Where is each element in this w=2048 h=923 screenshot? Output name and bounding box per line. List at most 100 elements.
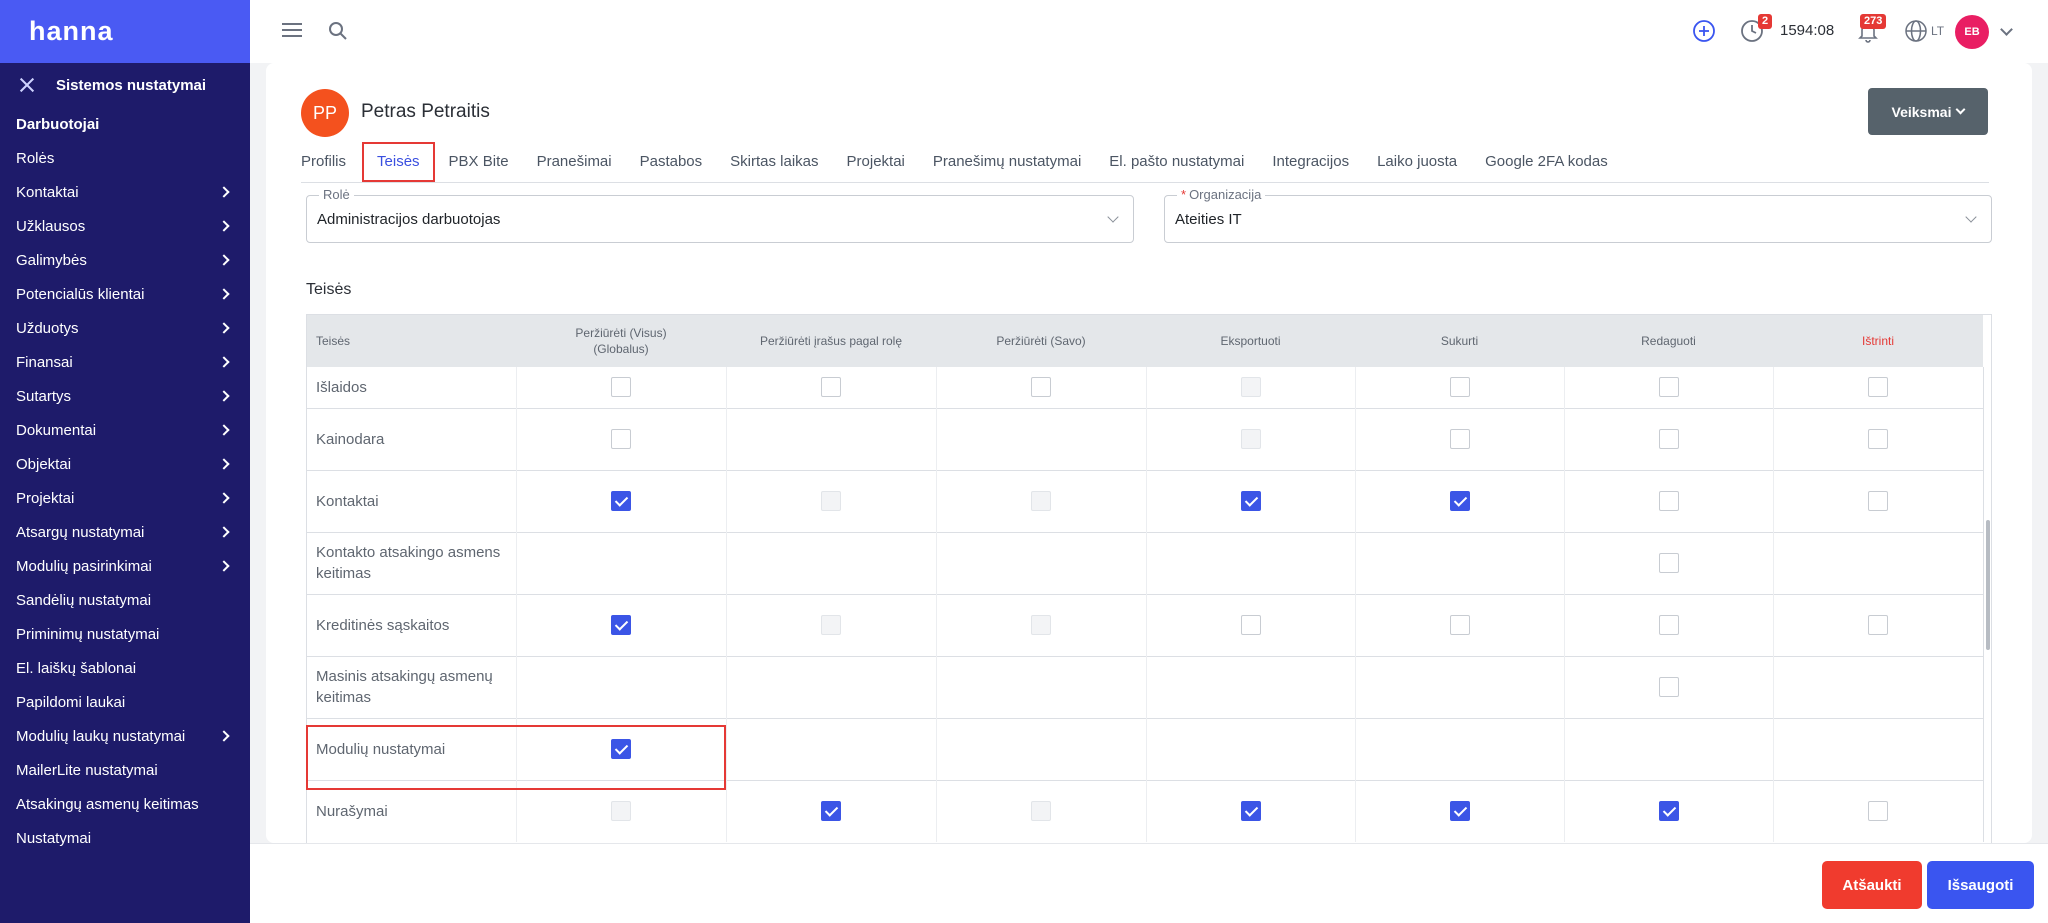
- sidebar-item[interactable]: Projektai: [0, 481, 250, 515]
- sidebar-item[interactable]: Modulių laukų nustatymai: [0, 719, 250, 753]
- checkbox: [611, 801, 631, 822]
- checkbox[interactable]: [1868, 801, 1888, 822]
- tab-item[interactable]: Integracijos: [1272, 141, 1349, 183]
- checkbox[interactable]: [1868, 615, 1888, 635]
- table-row: Kreditinės sąskaitos: [307, 593, 1984, 656]
- table-row: Kainodara: [307, 407, 1984, 470]
- tab-item[interactable]: Skirtas laikas: [730, 141, 818, 183]
- sidebar-item[interactable]: Atsargų nustatymai: [0, 515, 250, 549]
- checkbox[interactable]: [1449, 429, 1470, 449]
- save-button[interactable]: Išsaugoti: [1927, 861, 2034, 909]
- column-header: Peržiūrėti įrašus pagal rolę: [726, 315, 936, 367]
- checkbox[interactable]: [1658, 677, 1679, 697]
- checkbox-checked[interactable]: [611, 491, 631, 511]
- chevron-down-icon: [1956, 104, 1966, 115]
- checkbox[interactable]: [1658, 615, 1679, 635]
- checkbox: [1031, 491, 1051, 511]
- sidebar-item[interactable]: Galimybės: [0, 243, 250, 277]
- sidebar-item[interactable]: Objektai: [0, 447, 250, 481]
- cancel-button[interactable]: Atšaukti: [1822, 861, 1922, 909]
- checkbox[interactable]: [1240, 615, 1261, 635]
- permission-cell: [726, 531, 937, 594]
- app-logo[interactable]: hanna: [29, 16, 114, 47]
- add-icon[interactable]: [1692, 19, 1716, 43]
- checkbox-checked[interactable]: [1240, 801, 1261, 822]
- checkbox[interactable]: [1031, 377, 1051, 398]
- checkbox[interactable]: [1449, 615, 1470, 635]
- tab-active[interactable]: Teisės: [362, 141, 435, 182]
- checkbox[interactable]: [611, 429, 631, 449]
- permission-name: Kontakto atsakingo asmens keitimas: [307, 531, 517, 594]
- checkbox[interactable]: [1658, 553, 1679, 573]
- sidebar-item[interactable]: Rolės: [0, 141, 250, 175]
- sidebar-item[interactable]: Atsakingų asmenų keitimas: [0, 787, 250, 821]
- checkbox-checked[interactable]: [1240, 491, 1261, 511]
- checkbox-checked[interactable]: [821, 801, 841, 822]
- globe-icon[interactable]: [1904, 19, 1928, 43]
- bottom-action-bar: Atšaukti Išsaugoti: [250, 843, 2048, 923]
- user-avatar[interactable]: EB: [1955, 15, 1989, 49]
- sidebar-item[interactable]: Kontaktai: [0, 175, 250, 209]
- actions-button[interactable]: Veiksmai: [1868, 88, 1988, 135]
- checkbox[interactable]: [1868, 377, 1888, 398]
- sidebar-item[interactable]: Potencialūs klientai: [0, 277, 250, 311]
- sidebar-item[interactable]: Modulių pasirinkimai: [0, 549, 250, 583]
- chevron-right-icon: [218, 424, 230, 436]
- permission-cell: [1146, 779, 1356, 842]
- organization-select[interactable]: * Organizacija Ateities IT: [1164, 187, 1992, 243]
- sidebar-item[interactable]: Nustatymai: [0, 821, 250, 855]
- permission-cell: [1146, 469, 1356, 532]
- checkbox[interactable]: [1658, 429, 1679, 449]
- organization-label: * Organizacija: [1177, 187, 1266, 202]
- sidebar-item-label: Atsakingų asmenų keitimas: [16, 795, 199, 813]
- sidebar-item[interactable]: Papildomi laukai: [0, 685, 250, 719]
- checkbox[interactable]: [1658, 377, 1679, 398]
- checkbox[interactable]: [1449, 377, 1470, 398]
- tab-item[interactable]: PBX Bite: [449, 141, 509, 183]
- permission-cell: [1355, 593, 1565, 656]
- checkbox[interactable]: [611, 377, 631, 398]
- checkbox-checked[interactable]: [1449, 491, 1470, 511]
- tab-item[interactable]: Projektai: [847, 141, 905, 183]
- chevron-down-icon[interactable]: [2000, 23, 2013, 36]
- checkbox[interactable]: [821, 377, 841, 398]
- timer-display: 1594:08: [1780, 22, 1835, 39]
- permission-cell: [726, 469, 937, 532]
- permission-cell: [936, 717, 1147, 780]
- sidebar-item[interactable]: El. laiškų šablonai: [0, 651, 250, 685]
- sidebar-item[interactable]: MailerLite nustatymai: [0, 753, 250, 787]
- checkbox[interactable]: [1658, 491, 1679, 511]
- role-select[interactable]: Rolė Administracijos darbuotojas: [306, 187, 1134, 243]
- sidebar-item[interactable]: Sandėlių nustatymai: [0, 583, 250, 617]
- menu-icon[interactable]: [282, 23, 302, 39]
- tab-item[interactable]: Laiko juosta: [1377, 141, 1457, 183]
- sidebar-item[interactable]: Priminimų nustatymai: [0, 617, 250, 651]
- language-label[interactable]: LT: [1931, 24, 1944, 38]
- tab-item[interactable]: El. pašto nustatymai: [1109, 141, 1244, 183]
- checkbox-checked[interactable]: [1658, 801, 1679, 822]
- search-icon[interactable]: [328, 21, 348, 41]
- permission-cell: [1146, 717, 1356, 780]
- tab-item[interactable]: Profilis: [301, 141, 346, 183]
- sidebar-item[interactable]: Finansai: [0, 345, 250, 379]
- checkbox-checked[interactable]: [1449, 801, 1470, 822]
- profile-tabs: Profilis Teisės PBX Bite Pranešimai Pastabos…: [301, 141, 1989, 183]
- permission-cell: [1773, 407, 1984, 470]
- sidebar-item[interactable]: Dokumentai: [0, 413, 250, 447]
- tab-item[interactable]: Pranešimų nustatymai: [933, 141, 1081, 183]
- checkbox[interactable]: [1868, 491, 1888, 511]
- chevron-right-icon: [218, 492, 230, 504]
- checkbox[interactable]: [1868, 429, 1888, 449]
- sidebar-item[interactable]: Darbuotojai: [0, 107, 250, 141]
- checkbox-checked[interactable]: [611, 615, 631, 635]
- tab-item[interactable]: Pranešimai: [537, 141, 612, 183]
- sidebar-item[interactable]: Užklausos: [0, 209, 250, 243]
- close-icon[interactable]: [18, 76, 36, 94]
- sidebar-item[interactable]: Sutartys: [0, 379, 250, 413]
- sidebar-item[interactable]: Užduotys: [0, 311, 250, 345]
- table-scrollbar[interactable]: [1986, 520, 1990, 650]
- tab-item[interactable]: Google 2FA kodas: [1485, 141, 1608, 183]
- tab-item[interactable]: Pastabos: [640, 141, 703, 183]
- chevron-right-icon: [218, 730, 230, 742]
- chevron-down-icon: [1965, 211, 1977, 223]
